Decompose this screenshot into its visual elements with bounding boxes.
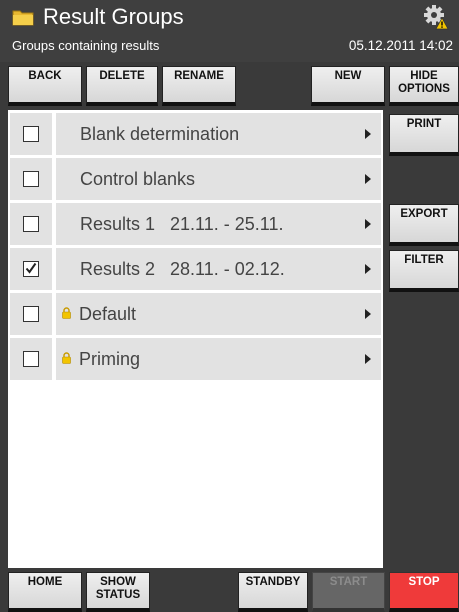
row-label: Results 2 28.11. - 02.12. xyxy=(80,259,285,279)
list-item[interactable]: Default xyxy=(10,293,381,335)
row-label: Default xyxy=(79,304,137,324)
new-button[interactable]: NEW xyxy=(311,66,385,106)
row-label-cell[interactable]: Blank determination xyxy=(56,113,381,155)
hide-options-label-line2: OPTIONS xyxy=(398,83,450,95)
datetime-display: 05.12.2011 14:02 xyxy=(348,38,453,53)
list-item[interactable]: Priming xyxy=(10,338,381,380)
rename-button[interactable]: RENAME xyxy=(162,66,236,106)
row-checkbox[interactable] xyxy=(23,261,39,277)
hide-options-button[interactable]: HIDE OPTIONS xyxy=(389,66,459,106)
list-item[interactable]: Results 1 21.11. - 25.11. xyxy=(10,203,381,245)
checkbox-cell[interactable] xyxy=(10,203,52,245)
arrow-right-icon[interactable] xyxy=(365,354,371,364)
lock-icon xyxy=(62,307,71,319)
hide-options-label-line1: HIDE xyxy=(410,70,438,82)
page-subtitle: Groups containing results xyxy=(12,38,160,53)
arrow-right-icon[interactable] xyxy=(365,174,371,184)
gear-warning-icon[interactable] xyxy=(423,4,449,30)
checkbox-cell[interactable] xyxy=(10,113,52,155)
row-checkbox[interactable] xyxy=(23,171,39,187)
list-item[interactable]: Blank determination xyxy=(10,113,381,155)
row-label: Results 1 21.11. - 25.11. xyxy=(80,214,284,234)
start-button[interactable]: START xyxy=(312,572,385,612)
checkbox-cell[interactable] xyxy=(10,293,52,335)
options-panel xyxy=(389,110,459,568)
row-label-cell[interactable]: Default xyxy=(56,293,381,335)
row-label: Control blanks xyxy=(80,169,196,189)
row-label-cell[interactable]: Control blanks xyxy=(56,158,381,200)
row-label: Blank determination xyxy=(80,124,240,144)
folder-icon xyxy=(12,10,34,26)
checkmark-icon xyxy=(25,262,37,274)
list-item[interactable]: Results 2 28.11. - 02.12. xyxy=(10,248,381,290)
checkbox-cell[interactable] xyxy=(10,338,52,380)
show-status-label-line1: SHOW xyxy=(100,576,136,588)
row-label-cell[interactable]: Priming xyxy=(56,338,381,380)
standby-button[interactable]: STANDBY xyxy=(238,572,308,612)
title-bar: Result Groups Groups containing results … xyxy=(0,0,459,62)
checkbox-cell[interactable] xyxy=(10,158,52,200)
export-button[interactable]: EXPORT xyxy=(389,204,459,246)
row-label: Priming xyxy=(79,349,141,369)
home-button[interactable]: HOME xyxy=(8,572,82,612)
back-button[interactable]: BACK xyxy=(8,66,82,106)
row-checkbox[interactable] xyxy=(23,216,39,232)
arrow-right-icon[interactable] xyxy=(365,129,371,139)
stop-button[interactable]: STOP xyxy=(389,572,459,612)
row-label-cell[interactable]: Results 2 28.11. - 02.12. xyxy=(56,248,381,290)
arrow-right-icon[interactable] xyxy=(365,219,371,229)
show-status-label-line2: STATUS xyxy=(95,589,141,601)
list-item[interactable]: Control blanks xyxy=(10,158,381,200)
row-checkbox[interactable] xyxy=(23,126,39,142)
print-button[interactable]: PRINT xyxy=(389,114,459,156)
delete-button[interactable]: DELETE xyxy=(86,66,158,106)
show-status-button[interactable]: SHOW STATUS xyxy=(86,572,150,612)
lock-icon xyxy=(62,352,71,364)
row-label-cell[interactable]: Results 1 21.11. - 25.11. xyxy=(56,203,381,245)
row-checkbox[interactable] xyxy=(23,351,39,367)
arrow-right-icon[interactable] xyxy=(365,309,371,319)
checkbox-cell[interactable] xyxy=(10,248,52,290)
row-checkbox[interactable] xyxy=(23,306,39,322)
result-group-list: Blank determination Control blanks Results… xyxy=(8,110,383,568)
arrow-right-icon[interactable] xyxy=(365,264,371,274)
page-title: Result Groups xyxy=(43,4,184,29)
filter-button[interactable]: FILTER xyxy=(389,250,459,292)
